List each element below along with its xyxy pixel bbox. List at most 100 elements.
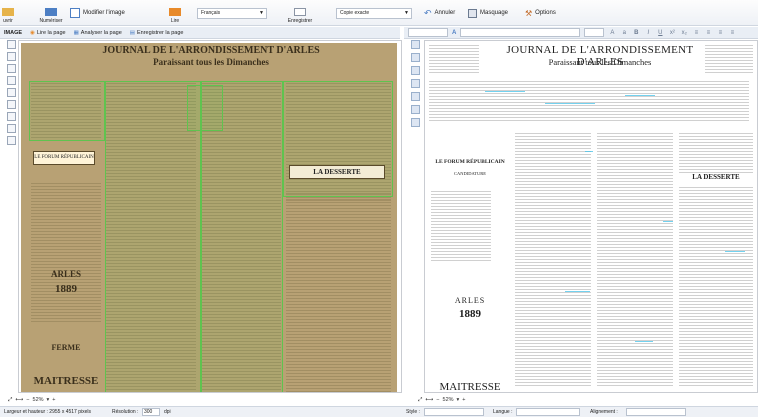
analyze-page-button[interactable]: ▦ Analyser la page <box>74 30 122 36</box>
uncertain-highlight <box>565 291 590 292</box>
options-button[interactable]: ⚒ Options <box>525 7 556 19</box>
justify-icon[interactable]: ≡ <box>728 30 736 36</box>
year-heading: 1889 <box>459 308 481 320</box>
pan-tool-icon[interactable] <box>6 64 16 73</box>
font-icon[interactable]: A <box>452 30 456 36</box>
recognition-zone[interactable] <box>29 81 105 141</box>
zoom-in-icon[interactable]: + <box>462 397 465 403</box>
zoom-tool-icon[interactable] <box>6 52 16 61</box>
alignment-select[interactable] <box>626 408 686 416</box>
alignment-label: Alignement : <box>590 409 618 415</box>
page-view-icon[interactable] <box>410 40 420 49</box>
image-pane[interactable]: JOURNAL DE L'ARRONDISSEMENT D'ARLES Para… <box>18 40 402 393</box>
chevron-down-icon[interactable]: ▾ <box>457 397 460 403</box>
order-zone-tool-icon[interactable] <box>6 124 16 133</box>
save-page-button[interactable]: ▤ Enregistrer la page <box>130 30 184 36</box>
font-style-select[interactable] <box>408 28 448 37</box>
zoom-in-icon[interactable]: + <box>52 397 55 403</box>
status-bar: Largeur et hauteur : 2955 x 4517 pixels … <box>0 406 758 417</box>
undo-icon: ↶ <box>424 7 432 18</box>
forum-heading: LE FORUM RÉPUBLICAIN <box>435 159 505 165</box>
zoom-out-icon[interactable]: − <box>436 397 439 403</box>
image-subtitle: Paraissant tous les Dimanches <box>153 57 269 67</box>
style-label: Style : <box>406 409 420 415</box>
find-icon[interactable] <box>410 66 420 75</box>
text-column <box>431 191 491 261</box>
scan-button[interactable]: Numériser <box>36 2 66 24</box>
read-page-button[interactable]: ◉ Lire la page <box>30 30 66 36</box>
style-select[interactable] <box>424 408 484 416</box>
image-ferme: FERME <box>51 343 81 352</box>
font-name-select[interactable] <box>460 28 581 37</box>
align-left-icon[interactable]: ≡ <box>692 30 700 36</box>
rotate-tool-icon[interactable] <box>6 136 16 145</box>
open-button[interactable]: uvrir <box>2 2 14 24</box>
shrink-font-icon[interactable]: a <box>620 30 628 36</box>
edit-image-button[interactable]: Modifier l'image <box>70 7 125 19</box>
ribbon: uvrir Numériser Modifier l'image Lire Fr… <box>0 0 758 26</box>
image-arles: ARLES <box>50 269 81 279</box>
analyze-page-icon: ▦ <box>73 29 79 36</box>
newspaper-subtitle: Paraissant tous les Dimanches <box>548 57 652 67</box>
text-zone-tool-icon[interactable] <box>6 76 16 85</box>
langue-label: Langue : <box>493 409 513 415</box>
options-icon: ⚒ <box>525 8 533 18</box>
align-right-icon[interactable]: ≡ <box>716 30 724 36</box>
read-icon <box>169 8 181 16</box>
scanned-newspaper-image: JOURNAL DE L'ARRONDISSEMENT D'ARLES Para… <box>21 43 397 392</box>
character-icon[interactable] <box>410 105 420 114</box>
image-zoom-value[interactable]: 52% <box>33 397 44 403</box>
text-view-icon[interactable] <box>410 53 420 62</box>
recognition-zone[interactable] <box>187 85 223 131</box>
image-column <box>286 193 391 392</box>
picture-zone-tool-icon[interactable] <box>6 88 16 97</box>
align-center-icon[interactable]: ≡ <box>704 30 712 36</box>
erase-zone-tool-icon[interactable] <box>6 112 16 121</box>
masking-button[interactable]: Masquage <box>468 7 508 19</box>
verify-icon[interactable] <box>410 92 420 101</box>
recognition-zone[interactable] <box>283 81 393 197</box>
image-toolbar-label: IMAGE <box>4 29 23 36</box>
select-tool-icon[interactable] <box>6 40 16 49</box>
text-editor-pane[interactable]: JOURNAL DE L'ARRONDISSEMENT D'ARLES Para… <box>424 40 758 393</box>
scanner-icon <box>45 8 57 16</box>
uncertain-highlight <box>725 251 745 252</box>
resolution-field[interactable]: 300 <box>142 408 160 416</box>
text-column <box>679 187 753 387</box>
format-toolbar: A A a B I U x² x₂ ≡ ≡ ≡ ≡ <box>404 27 758 39</box>
paragraph-icon[interactable] <box>410 118 420 127</box>
resolution-unit: dpi <box>164 409 171 415</box>
uncertain-highlight <box>585 151 593 152</box>
read-page-icon: ◉ <box>30 29 35 36</box>
spellcheck-icon[interactable] <box>410 79 420 88</box>
undo-button[interactable]: ↶ Annuler <box>424 7 455 19</box>
zoom-out-icon[interactable]: − <box>26 397 29 403</box>
zoom-width-icon[interactable]: ⟷ <box>15 397 23 403</box>
language-select[interactable]: Français ▼ <box>197 8 267 19</box>
candidature-heading: CANDIDATURE <box>454 171 486 176</box>
zoom-fit-icon[interactable]: ⤢ <box>418 397 422 404</box>
text-column <box>515 133 591 388</box>
subscript-icon[interactable]: x₂ <box>680 30 688 36</box>
image-column <box>31 183 101 323</box>
text-tools <box>409 40 421 150</box>
table-zone-tool-icon[interactable] <box>6 100 16 109</box>
read-button[interactable]: Lire <box>166 2 184 24</box>
bold-icon[interactable]: B <box>632 30 640 36</box>
grow-font-icon[interactable]: A <box>608 30 616 36</box>
zoom-fit-icon[interactable]: ⤢ <box>8 397 12 404</box>
text-zoom-value[interactable]: 52% <box>443 397 454 403</box>
save-page-icon: ▤ <box>129 29 135 36</box>
superscript-icon[interactable]: x² <box>668 30 676 36</box>
output-mode-select[interactable]: Copie exacte ▼ <box>336 8 412 19</box>
font-size-select[interactable] <box>584 28 605 37</box>
chevron-down-icon[interactable]: ▾ <box>47 397 50 403</box>
zoom-width-icon[interactable]: ⟷ <box>425 397 433 403</box>
save-button[interactable]: Enregistrer <box>285 2 315 24</box>
edit-image-icon <box>70 8 80 18</box>
image-dimensions: Largeur et hauteur : 2955 x 4517 pixels <box>4 409 92 415</box>
underline-icon[interactable]: U <box>656 30 664 36</box>
text-column <box>429 45 479 73</box>
italic-icon[interactable]: I <box>644 30 652 36</box>
langue-select[interactable] <box>516 408 580 416</box>
